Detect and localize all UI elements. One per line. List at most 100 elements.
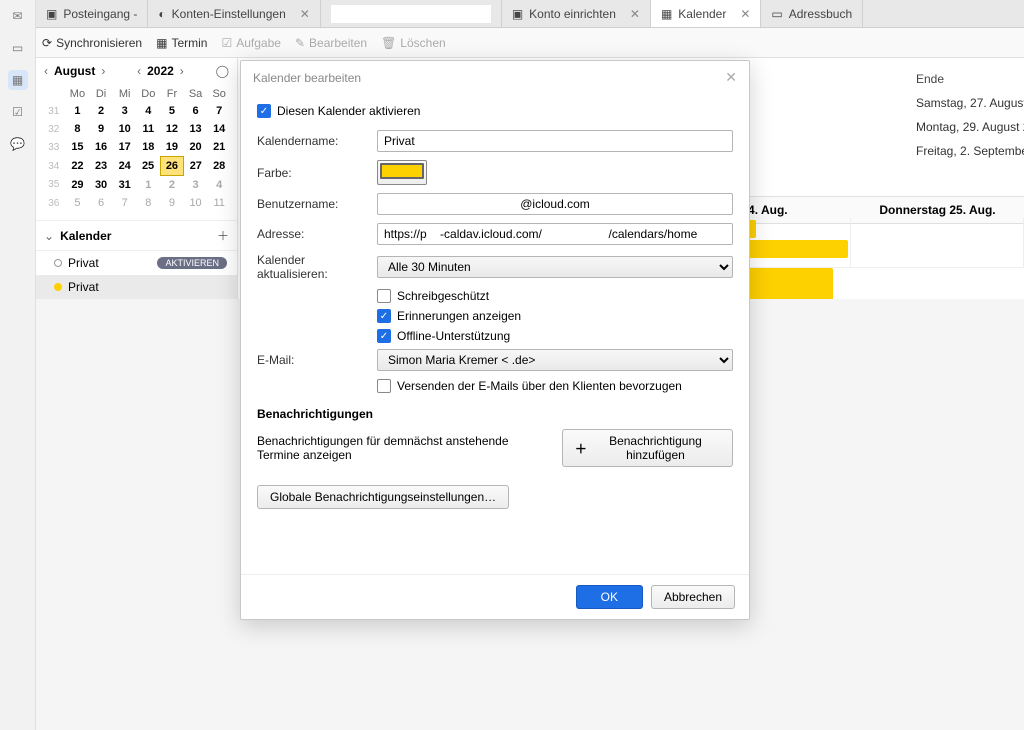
mini-cal-day[interactable]: 17 <box>113 138 137 157</box>
mini-cal-day[interactable]: 18 <box>137 138 161 157</box>
global-notifications-button[interactable]: Globale Benachrichtigungseinstellungen… <box>257 485 509 509</box>
mini-cal-day[interactable]: 4 <box>207 176 231 195</box>
calendar-name-input[interactable] <box>377 130 733 152</box>
mini-cal-day[interactable]: 6 <box>89 194 113 212</box>
tab-new-account[interactable]: ▣ Konto einrichten ✕ <box>502 0 651 27</box>
calendar-rail-icon[interactable]: ▦ <box>8 70 28 90</box>
readonly-checkbox[interactable] <box>377 289 391 303</box>
allday-cell[interactable] <box>851 218 1024 267</box>
mini-cal-day[interactable]: 27 <box>184 157 208 176</box>
mini-cal-day[interactable]: 9 <box>160 194 184 212</box>
mini-cal-day[interactable]: 4 <box>137 102 161 120</box>
delete-button[interactable]: 🗑Löschen <box>381 36 446 50</box>
email-select[interactable]: Simon Maria Kremer < .de> <box>377 349 733 371</box>
mini-cal-day[interactable]: 10 <box>184 194 208 212</box>
book-icon[interactable]: ▭ <box>8 38 28 58</box>
next-year-icon[interactable]: › <box>178 62 186 80</box>
add-notification-button[interactable]: ＋Benachrichtigung hinzufügen <box>562 429 733 467</box>
color-picker[interactable] <box>377 160 427 185</box>
new-task-button[interactable]: ☑Aufgabe <box>221 36 280 50</box>
mini-cal-day[interactable]: 9 <box>89 120 113 138</box>
event-row[interactable]: Freitag, 2. September 2022 2 <box>916 144 1024 158</box>
mini-cal-day[interactable]: 2 <box>89 102 113 120</box>
person-icon: ◐ <box>158 7 165 21</box>
chevron-down-icon: ⌄ <box>44 229 54 243</box>
mini-cal-day[interactable]: 29 <box>66 176 90 195</box>
mini-cal-day[interactable]: 31 <box>113 176 137 195</box>
sync-button[interactable]: ⟳Synchronisieren <box>42 36 142 50</box>
mini-cal-day[interactable]: 6 <box>184 102 208 120</box>
next-month-icon[interactable]: › <box>99 62 107 80</box>
edit-button[interactable]: ✎Bearbeiten <box>295 36 367 50</box>
mini-cal-day[interactable]: 26 <box>160 157 184 176</box>
mini-cal-day[interactable]: 23 <box>89 157 113 176</box>
activate-checkbox[interactable]: ✓ <box>257 104 271 118</box>
prev-year-icon[interactable]: ‹ <box>135 62 143 80</box>
username-input[interactable] <box>377 193 733 215</box>
mini-cal-day[interactable]: 15 <box>66 138 90 157</box>
close-icon[interactable]: ✕ <box>300 7 310 21</box>
offline-checkbox[interactable]: ✓ <box>377 329 391 343</box>
mini-cal-day[interactable]: 16 <box>89 138 113 157</box>
event-row[interactable]: Montag, 29. August 2022 21 <box>916 120 1024 134</box>
reminders-checkbox[interactable]: ✓ <box>377 309 391 323</box>
tab-accounts[interactable]: ◐ Konten-Einstellungen ✕ <box>148 0 320 27</box>
mini-cal-day[interactable]: 3 <box>184 176 208 195</box>
close-icon[interactable]: ✕ <box>740 7 750 21</box>
mini-cal-day[interactable]: 3 <box>113 102 137 120</box>
mini-cal-day[interactable]: 5 <box>160 102 184 120</box>
mini-cal-day[interactable]: 19 <box>160 138 184 157</box>
calendar-list-item[interactable]: Privat <box>36 275 237 299</box>
mini-cal-day[interactable]: 5 <box>66 194 90 212</box>
tab-inbox[interactable]: ▣ Posteingang - <box>36 0 148 27</box>
sync-icon: ⟳ <box>42 36 52 50</box>
address-input[interactable] <box>377 223 733 245</box>
calendar-list-item[interactable]: PrivatAKTIVIEREN <box>36 251 237 275</box>
send-client-checkbox[interactable] <box>377 379 391 393</box>
mini-calendar-header: ‹ August › ‹ 2022 › ◯ <box>36 58 237 84</box>
mini-cal-day[interactable]: 7 <box>207 102 231 120</box>
mini-cal-day[interactable]: 1 <box>137 176 161 195</box>
mini-cal-day[interactable]: 2 <box>160 176 184 195</box>
mini-cal-day[interactable]: 8 <box>137 194 161 212</box>
mini-cal-day[interactable]: 28 <box>207 157 231 176</box>
mini-cal-day[interactable]: 20 <box>184 138 208 157</box>
mini-cal-day[interactable]: 1 <box>66 102 90 120</box>
tasks-icon[interactable]: ☑ <box>8 102 28 122</box>
today-icon[interactable]: ◯ <box>214 62 231 80</box>
mini-cal-day[interactable]: 8 <box>66 120 90 138</box>
ok-button[interactable]: OK <box>576 585 643 609</box>
mini-cal-day[interactable]: 14 <box>207 120 231 138</box>
mini-cal-day[interactable]: 24 <box>113 157 137 176</box>
mini-cal-day[interactable]: 11 <box>207 194 231 212</box>
tab-label: Konto einrichten <box>529 7 616 21</box>
edit-calendar-dialog: Kalender bearbeiten ✕ ✓ Diesen Kalender … <box>240 60 750 620</box>
chat-icon[interactable]: 💬 <box>8 134 28 154</box>
mini-cal-day[interactable]: 13 <box>184 120 208 138</box>
mini-cal-day[interactable]: 11 <box>137 120 161 138</box>
close-icon[interactable]: ✕ <box>725 69 737 86</box>
tab-calendar[interactable]: ▦ Kalender ✕ <box>651 0 761 27</box>
mini-cal-day[interactable]: 10 <box>113 120 137 138</box>
mini-cal-day[interactable]: 22 <box>66 157 90 176</box>
mini-cal-day[interactable]: 21 <box>207 138 231 157</box>
activate-pill[interactable]: AKTIVIEREN <box>157 257 227 269</box>
mini-calendar[interactable]: MoDiMiDoFrSaSo31123456732891011121314331… <box>36 84 237 220</box>
close-icon[interactable]: ✕ <box>630 7 640 21</box>
add-calendar-icon[interactable]: ＋ <box>217 227 229 244</box>
prev-month-icon[interactable]: ‹ <box>42 62 50 80</box>
mail-icon[interactable]: ✉ <box>8 6 28 26</box>
mini-cal-day[interactable]: 12 <box>160 120 184 138</box>
new-event-button[interactable]: ▦Termin <box>156 36 207 50</box>
refresh-select[interactable]: Alle 30 Minuten <box>377 256 733 278</box>
event-row[interactable]: Samstag, 27. August 2022 15 <box>916 96 1024 110</box>
mini-cal-day[interactable]: 7 <box>113 194 137 212</box>
mini-cal-day[interactable]: 30 <box>89 176 113 195</box>
mini-cal-day[interactable]: 25 <box>137 157 161 176</box>
tab-search-input[interactable] <box>331 5 491 23</box>
email-label: E-Mail: <box>257 353 377 367</box>
calendar-section-header[interactable]: ⌄Kalender ＋ <box>36 220 237 251</box>
tab-addressbook[interactable]: ▭ Adressbuch <box>761 0 863 27</box>
cancel-button[interactable]: Abbrechen <box>651 585 735 609</box>
tab-search[interactable] <box>321 0 502 27</box>
